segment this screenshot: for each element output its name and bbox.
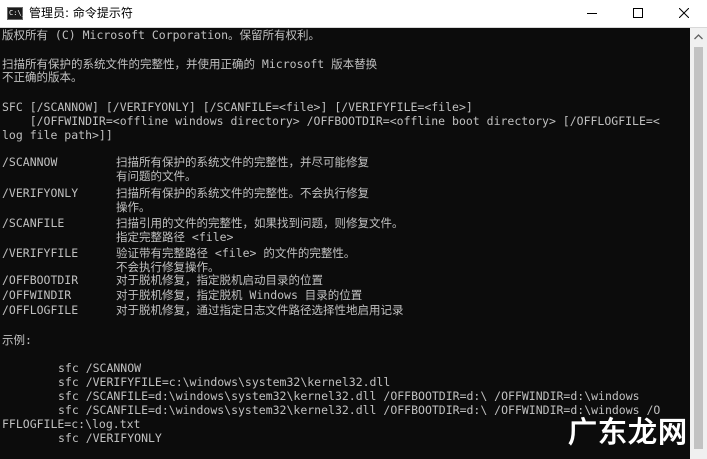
- option-name: /VERIFYONLY: [2, 186, 79, 200]
- option-name: /SCANNOW: [2, 155, 58, 169]
- option-name: /OFFBOOTDIR: [2, 273, 79, 287]
- example-line: sfc /VERIFYFILE=c:\windows\system32\kern…: [58, 375, 391, 389]
- syntax-line: SFC [/SCANNOW] [/VERIFYONLY] [/SCANFILE=…: [2, 100, 473, 114]
- maximize-icon: [633, 8, 643, 18]
- option-desc: 验证带有完整路径 <file> 的文件的完整性。: [116, 246, 356, 260]
- example-line: sfc /SCANFILE=d:\windows\system32\kernel…: [58, 389, 640, 403]
- example-line: sfc /SCANNOW: [58, 361, 142, 375]
- command-prompt-window: C:\_ 管理员: 命令提示符 版权所有 (C) Microsoft Corpo…: [0, 0, 707, 459]
- syntax-line: log file path>]]: [2, 128, 113, 142]
- option-name: /OFFLOGFILE: [2, 303, 79, 317]
- close-icon: [679, 8, 689, 18]
- option-desc: 对于脱机修复，指定脱机启动目录的位置: [116, 273, 323, 287]
- minimize-icon: [587, 13, 597, 14]
- option-desc: 指定完整路径 <file>: [116, 230, 234, 244]
- console-output[interactable]: 版权所有 (C) Microsoft Corporation。保留所有权利。 扫…: [0, 28, 690, 459]
- watermark-text: 广东龙网: [568, 415, 689, 449]
- vertical-scrollbar[interactable]: [690, 28, 707, 459]
- close-button[interactable]: [661, 0, 707, 27]
- minimize-button[interactable]: [569, 0, 615, 27]
- option-name: /OFFWINDIR: [2, 288, 72, 302]
- example-wrap-line: FFLOGFILE=c:\log.txt: [2, 417, 141, 431]
- console-icon-prompt: C:\_: [9, 9, 26, 17]
- title-bar[interactable]: C:\_ 管理员: 命令提示符: [0, 0, 707, 28]
- option-name: /VERIFYFILE: [2, 246, 79, 260]
- watermark-logo: 广东龙网: [568, 414, 688, 450]
- intro-line: 不正确的版本。: [2, 70, 83, 84]
- example-line: sfc /VERIFYONLY: [58, 431, 162, 445]
- console-icon[interactable]: C:\_: [7, 7, 26, 20]
- option-name: /SCANFILE: [2, 216, 65, 230]
- scroll-up-button[interactable]: [690, 28, 707, 45]
- option-desc: 有问题的文件。: [116, 169, 197, 183]
- chevron-up-icon: [694, 34, 703, 40]
- copyright-line: 版权所有 (C) Microsoft Corporation。保留所有权利。: [2, 28, 321, 42]
- option-desc: 操作。: [116, 200, 151, 214]
- option-desc: 对于脱机修复，指定脱机 Windows 目录的位置: [116, 288, 363, 302]
- option-desc: 扫描所有保护的系统文件的完整性，并尽可能修复: [116, 155, 369, 169]
- option-desc: 对于脱机修复，通过指定日志文件路径选择性地启用记录: [116, 303, 404, 317]
- syntax-line: [/OFFWINDIR=<offline windows directory> …: [2, 114, 660, 128]
- option-desc: 扫描引用的文件的完整性，如果找到问题，则修复文件。: [116, 216, 404, 230]
- examples-label: 示例:: [2, 333, 32, 347]
- option-desc: 扫描所有保护的系统文件的完整性。不会执行修复: [116, 186, 369, 200]
- scrollbar-thumb[interactable]: [694, 47, 703, 449]
- window-title: 管理员: 命令提示符: [29, 6, 133, 20]
- maximize-button[interactable]: [615, 0, 661, 27]
